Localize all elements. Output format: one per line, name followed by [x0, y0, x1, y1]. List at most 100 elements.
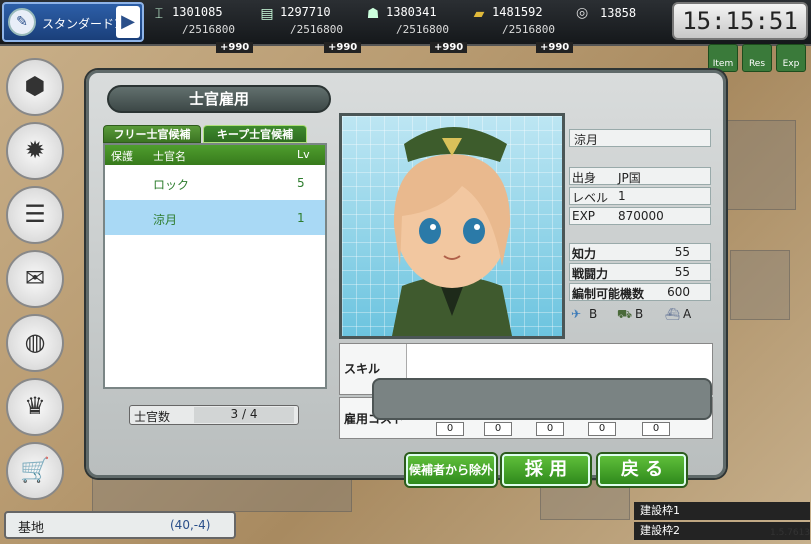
resource-ammo: ☗ 1380341 /2516800	[362, 3, 470, 41]
level-label: レベル	[572, 191, 609, 205]
battle-nav-button[interactable]: ✹	[6, 122, 64, 180]
resource-increase: +990	[324, 42, 362, 53]
version-label: 1.5.7613	[770, 528, 811, 538]
cost-value: 0	[536, 422, 564, 436]
resource-max: /2516800	[502, 23, 555, 36]
resource-increase: +990	[430, 42, 468, 53]
header-lv: Lv	[297, 148, 310, 161]
origin-row: 出身 JP国	[569, 167, 711, 185]
cost-value: 0	[436, 422, 464, 436]
origin-value: JP国	[618, 171, 641, 185]
remove-candidate-button[interactable]: 候補者から除外	[406, 454, 496, 486]
officer-portrait-image	[392, 127, 512, 336]
cart-icon: 🛒	[20, 456, 50, 484]
res-button[interactable]: Res	[742, 44, 772, 72]
location-name: 基地	[18, 521, 45, 536]
city-building	[730, 250, 790, 320]
map-nav-button[interactable]: ⬢	[6, 58, 64, 116]
mode-label: スタンダード1	[42, 17, 122, 31]
resource-fuel: ▤ 1297710 /2516800	[256, 3, 364, 41]
tab-free-officers[interactable]: フリー士官候補	[103, 125, 201, 143]
ammo-icon: ☗	[366, 6, 380, 22]
officer-portrait	[339, 113, 565, 339]
combat-label: 戦闘力	[572, 267, 609, 281]
resource-current: 1297710	[280, 5, 331, 19]
target-icon: ✹	[24, 136, 46, 164]
fuel-icon: ▤	[260, 6, 274, 22]
officer-count: 士官数 3 / 4	[129, 405, 299, 425]
capacity-row: 編制可能機数 600	[569, 283, 711, 301]
ship-icon: ⛴	[665, 307, 681, 321]
item-button[interactable]: Item	[708, 44, 738, 72]
stack-icon: ☰	[24, 200, 46, 228]
resource-max: /2516800	[290, 23, 343, 36]
mail-nav-button[interactable]: ✉	[6, 250, 64, 308]
air-rating: B	[589, 307, 598, 321]
resource-max: /2516800	[396, 23, 449, 36]
exp-label: EXP	[572, 209, 596, 223]
count-label: 士官数	[134, 410, 171, 424]
document-icon: ✎	[8, 8, 36, 36]
location-bar[interactable]: 基地 (40,-4)	[4, 511, 236, 539]
city-building	[92, 478, 352, 512]
steel-icon: ⌶	[154, 6, 164, 22]
gear-icon: ◎	[576, 5, 589, 21]
cost-value: 0	[484, 422, 512, 436]
int-value: 55	[674, 245, 690, 259]
location-coords: (40,-4)	[170, 518, 211, 532]
skill-label: スキル	[344, 362, 381, 376]
mode-selector[interactable]: ✎ スタンダード1 ▶	[2, 2, 144, 42]
pnc-nav-button[interactable]: ◍	[6, 314, 64, 372]
officer-row[interactable]: ロック 5	[105, 165, 325, 200]
officer-lv: 5	[297, 176, 305, 190]
build-slot-1[interactable]: 建設枠1	[634, 502, 810, 520]
header-name: 士官名	[153, 150, 186, 163]
list-nav-button[interactable]: ☰	[6, 186, 64, 244]
hire-button[interactable]: 採 用	[502, 454, 590, 486]
combat-value: 55	[674, 265, 690, 279]
cost-value: 0	[642, 422, 670, 436]
resource-increase: +990	[536, 42, 574, 53]
city-building	[726, 120, 796, 210]
tank-icon: ⛟	[617, 307, 633, 321]
dialog-title: 士官雇用	[107, 85, 331, 113]
cost-value: 0	[588, 422, 616, 436]
officer-row-selected[interactable]: 涼月 1	[105, 200, 325, 235]
intelligence-row: 知力 55	[569, 243, 711, 261]
game-clock: 15:15:51	[672, 2, 808, 40]
capacity-value: 600	[667, 285, 690, 299]
resource-steel: ⌶ 1301085 /2516800	[148, 3, 256, 41]
list-header: 保護 士官名 Lv	[105, 145, 325, 165]
ship-rating: A	[683, 307, 692, 321]
extra-value: 13858	[600, 6, 637, 20]
globe-icon: ◍	[24, 328, 46, 356]
ranking-nav-button[interactable]: ♛	[6, 378, 64, 436]
crown-icon: ♛	[24, 392, 46, 420]
play-arrow-icon[interactable]: ▶	[116, 6, 140, 38]
back-button[interactable]: 戻 る	[598, 454, 686, 486]
mail-icon: ✉	[24, 264, 46, 292]
exp-button[interactable]: Exp	[776, 44, 806, 72]
header-protect: 保護	[111, 150, 133, 163]
resource-max: /2516800	[182, 23, 235, 36]
level-row: レベル 1	[569, 187, 711, 205]
resource-gold: ▰ 1481592 /2516800	[468, 3, 576, 41]
tab-keep-officers[interactable]: キープ士官候補	[203, 125, 307, 143]
count-value: 3 / 4	[194, 407, 294, 423]
level-value: 1	[618, 189, 626, 203]
origin-label: 出身	[572, 171, 597, 185]
resource-current: 1301085	[172, 5, 223, 19]
hex-map-icon: ⬢	[24, 72, 46, 100]
resource-extra: ◎ 13858	[574, 3, 668, 27]
resource-current: 1481592	[492, 5, 543, 19]
officer-name: 涼月	[153, 213, 178, 227]
shop-nav-button[interactable]: 🛒	[6, 442, 64, 500]
tank-rating: B	[635, 307, 644, 321]
officer-lv: 1	[297, 211, 305, 225]
int-label: 知力	[572, 247, 597, 261]
officer-name: ロック	[153, 178, 190, 192]
unit-ratings: ✈ B ⛟ B ⛴ A	[569, 306, 711, 326]
combat-row: 戦闘力 55	[569, 263, 711, 281]
officer-name-field: 涼月	[569, 129, 711, 147]
exp-row: EXP 870000	[569, 207, 711, 225]
